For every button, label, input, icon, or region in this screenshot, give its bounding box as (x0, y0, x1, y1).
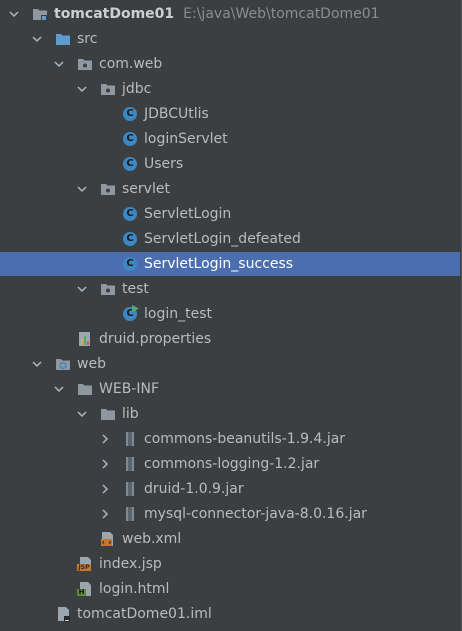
tree-row-jar-commons-logging[interactable]: commons-logging-1.2.jar (0, 452, 460, 476)
tree-row-project-root[interactable]: tomcatDome01 E:\java\Web\tomcatDome01 (0, 2, 460, 26)
chevron-down-icon[interactable] (31, 27, 43, 51)
java-class-icon: C (122, 256, 138, 272)
tree-label-index-jsp: index.jsp (99, 556, 162, 572)
html-badge: H (78, 588, 85, 596)
tree-row-servletlogin[interactable]: C ServletLogin (0, 202, 460, 226)
tree-row-jdbc[interactable]: jdbc (0, 77, 460, 101)
project-name-label: tomcatDome01 E:\java\Web\tomcatDome01 (54, 6, 380, 22)
tree-label-jar: mysql-connector-java-8.0.16.jar (144, 506, 367, 522)
tree-label-servletlogin-defeated: ServletLogin_defeated (144, 231, 301, 247)
tree-label-login-html: login.html (99, 581, 170, 597)
java-class-icon: C (122, 131, 138, 147)
project-tree: tomcatDome01 E:\java\Web\tomcatDome01 src… (0, 0, 462, 631)
tree-row-jar-mysql-connector[interactable]: mysql-connector-java-8.0.16.jar (0, 502, 460, 526)
tree-label-iml: tomcatDome01.iml (77, 606, 212, 622)
tree-label-src: src (77, 31, 98, 47)
tree-row-servletlogin-success[interactable]: C ServletLogin_success (0, 252, 460, 276)
chevron-down-icon[interactable] (8, 2, 20, 26)
tree-label-users: Users (144, 156, 184, 172)
tree-label-test: test (122, 281, 149, 297)
project-path-label: E:\java\Web\tomcatDome01 (183, 6, 380, 22)
folder-icon (77, 381, 93, 397)
tree-label-jdbcutlis: JDBCUtlis (144, 106, 209, 122)
chevron-down-icon[interactable] (76, 77, 88, 101)
tree-label-web-inf: WEB-INF (99, 381, 159, 397)
chevron-down-icon[interactable] (76, 177, 88, 201)
java-class-icon: C (122, 106, 138, 122)
jar-archive-icon (122, 481, 138, 497)
tree-row-druid-properties[interactable]: druid.properties (0, 327, 460, 351)
tree-row-jdbcutlis[interactable]: C JDBCUtlis (0, 102, 460, 126)
tree-label-jdbc: jdbc (122, 81, 152, 97)
html-file-icon: H (77, 581, 93, 597)
java-class-icon: C (122, 156, 138, 172)
folder-icon (100, 406, 116, 422)
web-folder-icon (55, 356, 71, 372)
tree-label-login-test: login_test (144, 306, 212, 322)
tree-row-test[interactable]: test (0, 277, 460, 301)
tree-label-web-xml: web.xml (122, 531, 182, 547)
chevron-right-icon[interactable] (99, 427, 111, 451)
jar-archive-icon (122, 506, 138, 522)
jsp-badge: JSP (78, 564, 90, 571)
tree-row-lib[interactable]: lib (0, 402, 460, 426)
tree-row-web-xml[interactable]: web.xml (0, 527, 460, 551)
tree-row-jar-druid[interactable]: druid-1.0.9.jar (0, 477, 460, 501)
tree-row-web[interactable]: web (0, 352, 460, 376)
tree-label-servlet: servlet (122, 181, 170, 197)
tree-row-login-test[interactable]: C login_test (0, 302, 460, 326)
tree-label-jar: commons-beanutils-1.9.4.jar (144, 431, 346, 447)
tree-label-web: web (77, 356, 106, 372)
java-class-icon: C (122, 206, 138, 222)
tree-row-users[interactable]: C Users (0, 152, 460, 176)
web-xml-icon (100, 531, 116, 547)
tree-label-lib: lib (122, 406, 139, 422)
package-icon (100, 281, 116, 297)
java-class-icon: C (122, 231, 138, 247)
tree-row-servlet[interactable]: servlet (0, 177, 460, 201)
chevron-right-icon[interactable] (99, 452, 111, 476)
tree-label-druid-properties: druid.properties (99, 331, 212, 347)
tree-row-web-inf[interactable]: WEB-INF (0, 377, 460, 401)
module-icon (32, 6, 48, 22)
jsp-file-icon: JSP (77, 556, 93, 572)
chevron-right-icon[interactable] (99, 477, 111, 501)
tree-row-src[interactable]: src (0, 27, 460, 51)
tree-label-jar: commons-logging-1.2.jar (144, 456, 320, 472)
tree-row-iml[interactable]: tomcatDome01.iml (0, 602, 460, 626)
tree-row-jar-commons-beanutils[interactable]: commons-beanutils-1.9.4.jar (0, 427, 460, 451)
tree-row-index-jsp[interactable]: JSP index.jsp (0, 552, 460, 576)
jar-archive-icon (122, 456, 138, 472)
chevron-right-icon[interactable] (99, 502, 111, 526)
tree-row-servletlogin-defeated[interactable]: C ServletLogin_defeated (0, 227, 460, 251)
tree-row-login-html[interactable]: H login.html (0, 577, 460, 601)
properties-file-icon (77, 331, 93, 347)
tree-label-servletlogin-success: ServletLogin_success (144, 256, 294, 272)
jar-archive-icon (122, 431, 138, 447)
chevron-down-icon[interactable] (76, 277, 88, 301)
chevron-down-icon[interactable] (31, 352, 43, 376)
chevron-down-icon[interactable] (53, 52, 65, 76)
java-runnable-class-icon: C (122, 305, 139, 322)
iml-file-icon (55, 606, 71, 622)
tree-label-servletlogin: ServletLogin (144, 206, 232, 222)
tree-label-com-web: com.web (99, 56, 163, 72)
tree-row-loginservlet[interactable]: C loginServlet (0, 127, 460, 151)
package-icon (100, 181, 116, 197)
source-folder-icon (55, 31, 71, 47)
tree-label-jar: druid-1.0.9.jar (144, 481, 244, 497)
tree-row-com-web[interactable]: com.web (0, 52, 460, 76)
tree-label-loginservlet: loginServlet (144, 131, 228, 147)
chevron-down-icon[interactable] (76, 402, 88, 426)
package-icon (100, 81, 116, 97)
chevron-down-icon[interactable] (53, 377, 65, 401)
package-icon (77, 56, 93, 72)
